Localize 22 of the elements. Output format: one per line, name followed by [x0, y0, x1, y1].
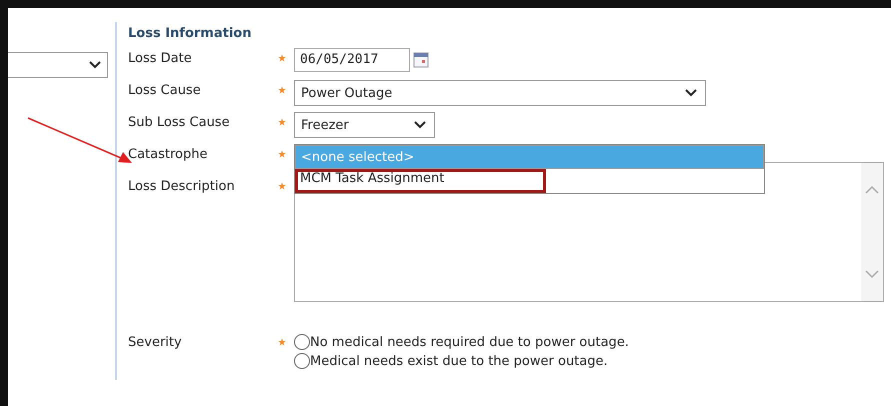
calendar-icon[interactable] [413, 52, 429, 68]
scroll-up-icon[interactable] [865, 185, 879, 194]
field-label: Loss Date [128, 50, 193, 66]
field-label: Sub Loss Cause [128, 114, 231, 130]
field-label: Loss Cause [128, 82, 202, 98]
date-field[interactable]: 06/05/2017 [294, 48, 410, 72]
radio-button[interactable] [294, 353, 310, 369]
dropdown-field[interactable] [8, 52, 108, 78]
dropdown-field[interactable]: Power Outage [294, 80, 706, 106]
field-label: Severity [128, 334, 183, 350]
list-option[interactable]: MCM Task Assignment [295, 169, 546, 193]
chevron-down-icon [685, 89, 697, 97]
chevron-down-icon [89, 61, 101, 69]
scroll-down-icon[interactable] [865, 270, 879, 279]
dropdown-field[interactable]: Freezer [294, 112, 435, 138]
radio-label: Medical needs exist due to the power outage. [310, 354, 608, 368]
radio-button[interactable] [294, 334, 310, 350]
section-title: Loss Information [128, 26, 252, 43]
chevron-down-icon [414, 121, 426, 129]
radio-label: No medical needs required due to power outage. [310, 334, 629, 350]
field-label: Loss Description [128, 178, 236, 194]
field-label: Catastrophe [128, 146, 208, 162]
